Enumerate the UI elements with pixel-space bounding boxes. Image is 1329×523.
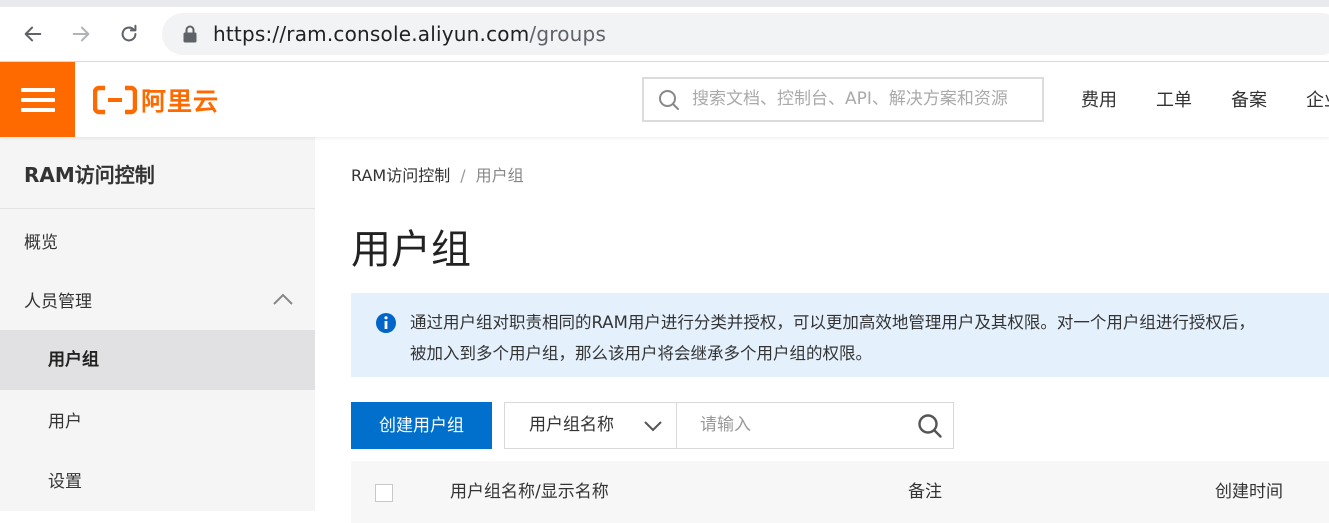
sidebar-item-label: 用户组	[48, 350, 99, 370]
arrow-right-icon	[72, 26, 90, 42]
column-header-created: 创建时间	[1215, 482, 1283, 502]
lock-icon	[183, 25, 197, 43]
search-icon[interactable]	[917, 413, 943, 439]
column-header-name: 用户组名称/显示名称	[450, 482, 609, 502]
aliyun-logo[interactable]: 阿里云	[93, 84, 219, 116]
filter-field-select[interactable]: 用户组名称	[504, 402, 677, 449]
forward-button[interactable]	[66, 19, 96, 49]
sidebar-item-settings[interactable]: 设置	[0, 452, 315, 512]
breadcrumb: RAM访问控制 / 用户组	[351, 162, 524, 186]
aliyun-logo-mark-icon	[93, 85, 137, 115]
nav-link-icp[interactable]: 备案	[1231, 62, 1267, 140]
table-header: 用户组名称/显示名称 备注 创建时间	[351, 461, 1329, 523]
sidebar-item-groups[interactable]: 用户组	[0, 330, 315, 390]
filter-search-input[interactable]: 请输入	[676, 402, 954, 449]
sidebar-divider	[0, 208, 315, 209]
url-path: /groups	[529, 22, 607, 46]
menu-button[interactable]	[0, 62, 75, 137]
info-notice: 通过用户组对职责相同的RAM用户进行分类并授权，可以更加高效地管理用户及其权限。…	[351, 293, 1329, 377]
column-header-remark: 备注	[908, 482, 942, 502]
arrow-left-icon	[24, 26, 42, 42]
chevron-down-icon	[644, 421, 662, 432]
sidebar-item-users[interactable]: 用户	[0, 392, 315, 452]
sidebar-item-identities[interactable]: 人员管理	[0, 272, 315, 332]
notice-line-1: 通过用户组对职责相同的RAM用户进行分类并授权，可以更加高效地管理用户及其权限。…	[410, 313, 1255, 332]
nav-link-ticket[interactable]: 工单	[1156, 62, 1192, 140]
breadcrumb-item-groups: 用户组	[475, 166, 524, 185]
browser-tabstrip	[0, 0, 1329, 7]
sidebar-item-label: 设置	[48, 472, 82, 492]
sidebar-title: RAM访问控制	[24, 163, 155, 187]
filter-select-value: 用户组名称	[529, 415, 614, 435]
url-host: https://ram.console.aliyun.com	[213, 22, 530, 46]
sidebar: RAM访问控制 概览 人员管理 用户组 用户 设置	[0, 137, 315, 511]
hamburger-icon	[20, 87, 55, 112]
console-topbar: 阿里云 搜索文档、控制台、API、解决方案和资源 费用 工单 备案 企业	[0, 62, 1329, 137]
sidebar-item-label: 用户	[48, 412, 82, 432]
search-placeholder: 搜索文档、控制台、API、解决方案和资源	[692, 89, 1008, 109]
global-search-input[interactable]: 搜索文档、控制台、API、解决方案和资源	[642, 77, 1044, 122]
chevron-up-icon[interactable]	[272, 292, 294, 306]
select-all-checkbox[interactable]	[375, 484, 393, 502]
sidebar-item-label: 概览	[24, 233, 58, 253]
page-title: 用户组	[351, 227, 471, 273]
create-group-button[interactable]: 创建用户组	[351, 402, 492, 449]
reload-icon	[121, 24, 137, 42]
breadcrumb-separator: /	[460, 166, 466, 185]
browser-toolbar: https://ram.console.aliyun.com/groups	[0, 7, 1329, 62]
logo-text: 阿里云	[141, 87, 220, 116]
breadcrumb-item-ram[interactable]: RAM访问控制	[351, 166, 450, 185]
search-icon	[659, 90, 679, 110]
sidebar-item-label: 人员管理	[24, 292, 92, 312]
notice-text: 通过用户组对职责相同的RAM用户进行分类并授权，可以更加高效地管理用户及其权限。…	[410, 307, 1329, 369]
address-bar[interactable]: https://ram.console.aliyun.com/groups	[162, 13, 1329, 55]
info-icon	[376, 313, 396, 333]
reload-button[interactable]	[114, 19, 144, 49]
notice-line-2: 被加入到多个用户组，那么该用户将会继承多个用户组的权限。	[410, 344, 872, 363]
main-content: RAM访问控制 / 用户组 用户组 通过用户组对职责相同的RAM用户进行分类并授权，…	[315, 137, 1329, 523]
sidebar-item-overview[interactable]: 概览	[0, 213, 315, 273]
back-button[interactable]	[18, 19, 48, 49]
nav-link-enterprise[interactable]: 企业	[1306, 62, 1329, 140]
nav-link-billing[interactable]: 费用	[1081, 62, 1117, 140]
filter-placeholder: 请输入	[700, 415, 751, 435]
url-text: https://ram.console.aliyun.com/groups	[213, 13, 606, 55]
